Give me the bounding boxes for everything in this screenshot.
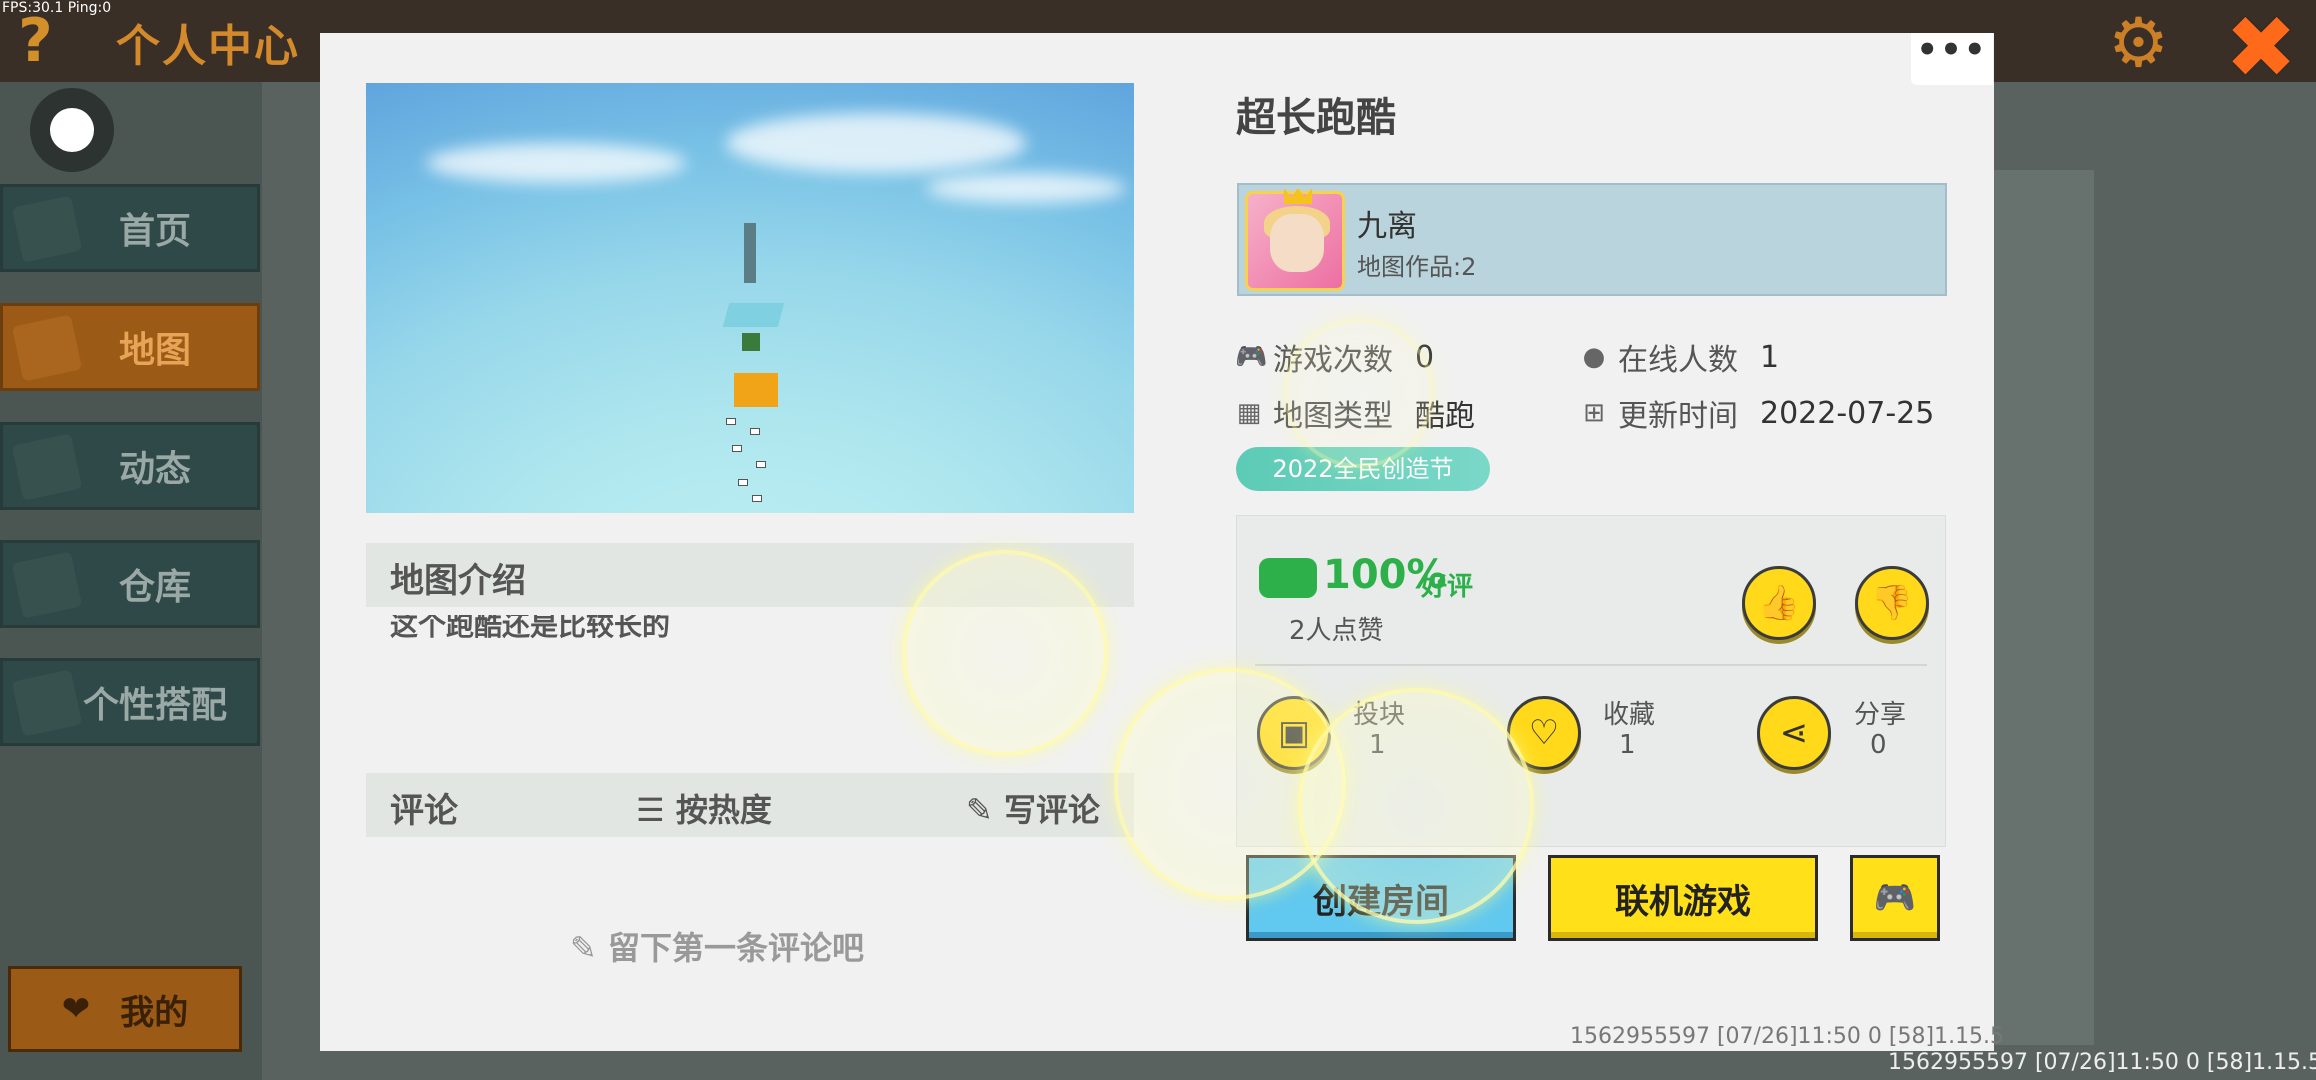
- thumbs-down-icon: 👎: [1870, 583, 1914, 623]
- thumbs-up-button[interactable]: 👍: [1742, 566, 1816, 640]
- plays-stat: 🎮 游戏次数 0: [1235, 335, 1434, 379]
- grid-icon: ▦: [1236, 398, 1262, 428]
- edit-icon: ✎: [966, 791, 1004, 829]
- updated-stat: ⊞ 更新时间 2022-07-25: [1580, 391, 1934, 435]
- rating-good-label: 好评: [1421, 572, 1474, 602]
- divider: [1255, 664, 1927, 666]
- close-icon[interactable]: ✖: [2216, 5, 2306, 98]
- write-comment-label: 写评论: [1003, 791, 1100, 829]
- type-value: 酷跑: [1415, 399, 1475, 434]
- sidebar-item-home[interactable]: 首页: [0, 184, 260, 272]
- gamepad-icon: 🎮: [1235, 342, 1268, 372]
- type-stat: ▦ 地图类型 酷跑: [1235, 391, 1475, 435]
- outfit-icon: [11, 669, 83, 737]
- online-stat: ● 在线人数 1: [1580, 335, 1779, 379]
- sidebar-item-storage[interactable]: 仓库: [0, 540, 260, 628]
- edit-icon: ✎: [570, 929, 608, 967]
- mine-label: 我的: [120, 992, 189, 1033]
- gamepad-icon: 🎮: [1873, 878, 1917, 918]
- sidebar-item-outfit[interactable]: 个性搭配: [0, 658, 260, 746]
- avatar[interactable]: [30, 88, 114, 172]
- share-value: 0: [1870, 730, 1887, 760]
- updated-value: 2022-07-25: [1760, 395, 1935, 431]
- help-icon[interactable]: ?: [18, 6, 53, 76]
- plays-label: 游戏次数: [1273, 343, 1393, 378]
- sidebar-item-label: 动态: [118, 449, 191, 490]
- intro-text: 这个跑酷还是比较长的: [390, 615, 671, 642]
- favorite-value: 1: [1619, 730, 1636, 760]
- background-panel: [1994, 170, 2094, 1045]
- gamepad-button[interactable]: 🎮: [1850, 855, 1940, 941]
- intro-title: 地图介绍: [390, 561, 526, 601]
- share-label: 分享: [1854, 700, 1907, 730]
- box-icon: [11, 551, 83, 619]
- sort-by-hot-button[interactable]: ☰ 按热度: [636, 785, 772, 831]
- thumbs-down-button[interactable]: 👎: [1855, 566, 1929, 640]
- share-icon: ⋖: [1779, 713, 1809, 753]
- type-label: 地图类型: [1273, 399, 1393, 434]
- favorite-button[interactable]: ♡: [1507, 696, 1581, 770]
- likes-count: 2人点赞: [1289, 616, 1384, 646]
- thumbs-up-icon: 👍: [1757, 583, 1801, 623]
- favorite-label: 收藏: [1603, 700, 1656, 730]
- cast-value: 1: [1369, 730, 1386, 760]
- gear-icon[interactable]: ⚙: [2108, 4, 2169, 83]
- author-works-count: 地图作品:2: [1357, 253, 1477, 281]
- intro-header: 地图介绍: [366, 543, 1134, 607]
- author-card[interactable]: 九离 地图作品:2: [1237, 183, 1947, 296]
- comments-header: 评论 ☰ 按热度 ✎ 写评论: [366, 773, 1134, 837]
- user-icon: ●: [1582, 342, 1606, 372]
- sidebar-item-label: 个性搭配: [82, 685, 227, 726]
- create-room-button[interactable]: 创建房间: [1246, 855, 1516, 941]
- author-name: 九离: [1357, 209, 1417, 244]
- rating-panel: 100% 好评 2人点赞 👍 👎 ▣ 投块 1 ♡ 收藏 1 ⋖ 分享 0: [1236, 515, 1946, 847]
- sidebar-item-feed[interactable]: 动态: [0, 422, 260, 510]
- map-title: 超长跑酷: [1236, 95, 1396, 141]
- sidebar-item-label: 地图: [118, 330, 191, 371]
- online-game-button[interactable]: 联机游戏: [1548, 855, 1818, 941]
- author-avatar[interactable]: [1245, 188, 1345, 291]
- plus-icon: ⊞: [1583, 398, 1605, 428]
- updated-label: 更新时间: [1618, 399, 1738, 434]
- cube-icon: ▣: [1277, 713, 1311, 753]
- heart-icon: ♡: [1528, 713, 1560, 753]
- cast-label: 投块: [1353, 700, 1406, 730]
- festival-tag[interactable]: 2022全民创造节: [1236, 447, 1490, 491]
- plays-value: 0: [1415, 339, 1435, 375]
- sidebar-item-label: 仓库: [118, 567, 191, 608]
- heart-icon: ❤: [61, 989, 91, 1029]
- online-label: 在线人数: [1618, 343, 1738, 378]
- empty-comment-prompt[interactable]: ✎ 留下第一条评论吧: [570, 923, 864, 969]
- map-icon: [11, 314, 83, 382]
- more-options-button[interactable]: •••: [1911, 33, 1993, 85]
- cast-block-button[interactable]: ▣: [1257, 696, 1331, 770]
- share-button[interactable]: ⋖: [1757, 696, 1831, 770]
- background-version-info: 1562955597 [07/26]11:50 0 [58]1.15.5: [1888, 1050, 2316, 1075]
- home-icon: [11, 195, 83, 263]
- online-value: 1: [1760, 339, 1780, 375]
- mine-button[interactable]: ❤ 我的: [8, 966, 242, 1052]
- bell-icon: [11, 433, 83, 501]
- write-comment-button[interactable]: ✎ 写评论: [966, 785, 1100, 831]
- map-detail-dialog: ••• 地图介绍 这个跑酷还是比较长的 评论 ☰ 按热度 ✎ 写评论 ✎ 留下第…: [320, 33, 2004, 1051]
- version-info: 1562955597 [07/26]11:50 0 [58]1.15.5: [1570, 1024, 2005, 1049]
- rating-icon: [1259, 558, 1317, 598]
- sort-by-hot-label: 按热度: [675, 791, 772, 829]
- sort-icon: ☰: [636, 791, 676, 829]
- comments-title: 评论: [390, 791, 458, 831]
- sidebar-item-map[interactable]: 地图: [0, 303, 260, 391]
- empty-comment-label: 留下第一条评论吧: [607, 929, 864, 967]
- sidebar-item-label: 首页: [118, 211, 191, 252]
- map-preview-image: [366, 83, 1134, 513]
- page-title: 个人中心: [116, 21, 300, 72]
